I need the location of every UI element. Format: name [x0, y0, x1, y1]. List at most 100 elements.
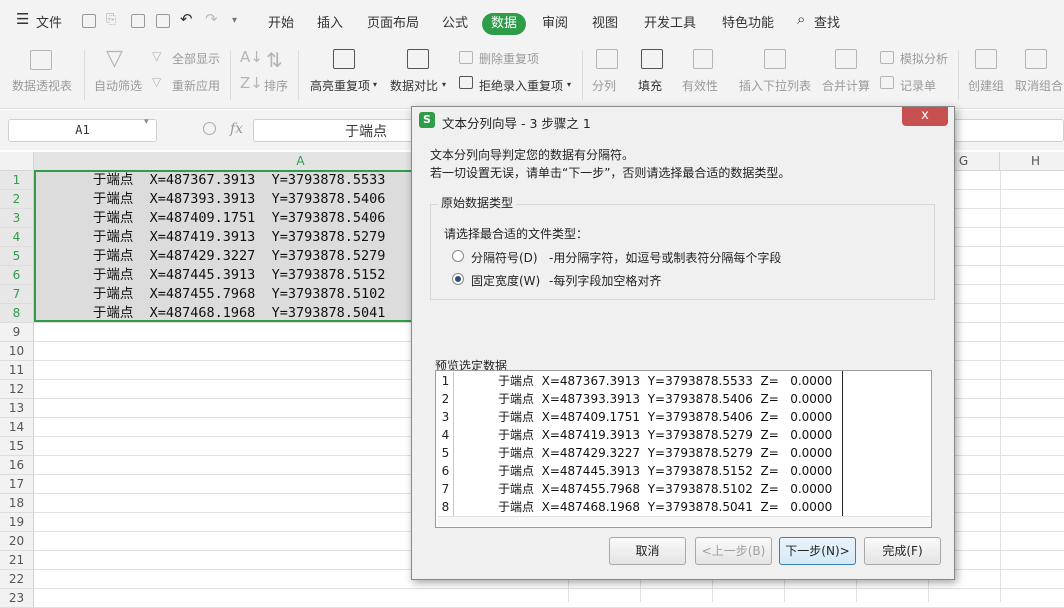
tab-features[interactable]: 特色功能 [722, 12, 774, 31]
search-icon[interactable]: ⌕ [797, 10, 805, 28]
create-group-button[interactable]: 创建组 [968, 77, 1004, 94]
row-header[interactable]: 2 [0, 190, 34, 209]
file-menu[interactable]: 文件 [36, 12, 62, 31]
chevron-down-icon[interactable]: ▾ [373, 80, 377, 89]
merge-calc-button[interactable]: 合并计算 [822, 77, 870, 94]
column-break-marker[interactable] [842, 371, 843, 516]
tab-view[interactable]: 视图 [592, 12, 618, 31]
cell-a[interactable]: 于端点 X=487393.3913 Y=3793878.5406 [36, 190, 412, 209]
row-header[interactable]: 18 [0, 494, 34, 513]
pivot-table-button[interactable]: 数据透视表 [12, 77, 72, 94]
cell-a[interactable]: 于端点 X=487445.3913 Y=3793878.5152 [36, 266, 412, 285]
preview-row: 6 于端点 X=487445.3913 Y=3793878.5152 Z= 0.0… [438, 462, 930, 480]
fixed-width-radio[interactable] [452, 273, 464, 285]
remove-duplicates-button[interactable]: 删除重复项 [479, 50, 539, 67]
row-header[interactable]: 4 [0, 228, 34, 247]
tab-developer[interactable]: 开发工具 [644, 12, 696, 31]
dialog-titlebar[interactable]: S 文本分列向导 - 3 步骤之 1 x [412, 107, 954, 132]
split-column-icon [596, 49, 618, 69]
column-header-h[interactable]: H [1000, 152, 1064, 171]
reapply-button[interactable]: 重新应用 [172, 77, 220, 94]
ungroup-button[interactable]: 取消组合 [1015, 77, 1063, 94]
highlight-duplicates-button[interactable]: 高亮重复项 [310, 77, 370, 94]
reject-duplicates-button[interactable]: 拒绝录入重复项 [479, 77, 563, 94]
row-header[interactable]: 13 [0, 399, 34, 418]
row-header[interactable]: 1 [0, 171, 34, 190]
tab-home[interactable]: 开始 [268, 12, 294, 31]
delimited-option-label[interactable]: 分隔符号(D) [471, 249, 538, 266]
cell-a[interactable]: 于端点 X=487419.3913 Y=3793878.5279 [36, 228, 412, 247]
print-preview-icon[interactable] [156, 14, 170, 28]
row-header[interactable]: 20 [0, 532, 34, 551]
row-header[interactable]: 6 [0, 266, 34, 285]
show-all-button[interactable]: 全部显示 [172, 50, 220, 67]
finish-button[interactable]: 完成(F) [864, 537, 941, 565]
name-box[interactable]: A1 [8, 119, 157, 142]
cell-a[interactable]: 于端点 X=487429.3227 Y=3793878.5279 [36, 247, 412, 266]
row-header[interactable]: 15 [0, 437, 34, 456]
row-header[interactable]: 17 [0, 475, 34, 494]
zoom-icon[interactable] [203, 122, 216, 135]
sort-desc-icon: Z↓ [240, 74, 263, 92]
next-button[interactable]: 下一步(N)> [779, 537, 856, 565]
cell-a[interactable]: 于端点 X=487455.7968 Y=3793878.5102 [36, 285, 412, 304]
preview-row-text: 于端点 X=487468.1968 Y=3793878.5041 Z= 0.00… [498, 500, 833, 514]
print-icon[interactable] [131, 14, 145, 28]
validity-button[interactable]: 有效性 [682, 77, 718, 94]
tab-review[interactable]: 审阅 [542, 12, 568, 31]
data-compare-button[interactable]: 数据对比 [390, 77, 438, 94]
sheet-row[interactable] [34, 589, 1064, 608]
row-header[interactable]: 5 [0, 247, 34, 266]
split-column-button[interactable]: 分列 [592, 77, 616, 94]
export-icon[interactable]: ⎘ [106, 12, 116, 27]
chevron-down-icon[interactable]: ▾ [567, 80, 571, 89]
tab-page-layout[interactable]: 页面布局 [367, 12, 419, 31]
cell-a[interactable]: 于端点 X=487409.1751 Y=3793878.5406 [36, 209, 412, 228]
cell-a[interactable]: 于端点 X=487367.3913 Y=3793878.5533 [36, 171, 412, 190]
fill-icon [641, 49, 663, 69]
row-header[interactable]: 21 [0, 551, 34, 570]
row-header[interactable]: 19 [0, 513, 34, 532]
row-header[interactable]: 8 [0, 304, 34, 323]
row-header[interactable]: 9 [0, 323, 34, 342]
menu-icon[interactable]: ☰ [16, 10, 29, 28]
row-header[interactable]: 14 [0, 418, 34, 437]
cancel-button[interactable]: 取消 [609, 537, 686, 565]
data-preview[interactable]: 1 于端点 X=487367.3913 Y=3793878.5533 Z= 0.0… [435, 370, 932, 528]
fill-button[interactable]: 填充 [638, 77, 662, 94]
cell-a[interactable]: 于端点 X=487468.1968 Y=3793878.5041 [36, 304, 412, 323]
record-form-button[interactable]: 记录单 [900, 77, 936, 94]
sort-button[interactable]: 排序 [264, 77, 288, 94]
record-form-icon [880, 76, 894, 89]
tab-data[interactable]: 数据 [482, 13, 526, 35]
ribbon-separator [958, 50, 959, 100]
search-label[interactable]: 查找 [814, 12, 840, 31]
simulate-analysis-button[interactable]: 模拟分析 [900, 50, 948, 67]
row-header[interactable]: 16 [0, 456, 34, 475]
row-header[interactable]: 7 [0, 285, 34, 304]
chevron-down-icon[interactable]: ▾ [442, 80, 446, 89]
chevron-down-icon[interactable]: ▾ [144, 117, 149, 127]
fx-icon[interactable]: fx [230, 121, 243, 137]
customize-arrow-icon[interactable]: ▾ [232, 15, 237, 26]
insert-dropdown-button[interactable]: 插入下拉列表 [739, 77, 811, 94]
row-header[interactable]: 22 [0, 570, 34, 589]
close-button[interactable]: x [902, 107, 948, 126]
preview-scrollbar[interactable] [438, 516, 930, 526]
undo-icon[interactable]: ↶ [180, 10, 193, 28]
redo-icon[interactable]: ↷ [205, 10, 218, 28]
auto-filter-button[interactable]: 自动筛选 [94, 77, 142, 94]
save-icon[interactable] [82, 14, 96, 28]
fixed-width-option-label[interactable]: 固定宽度(W) [471, 272, 540, 289]
tab-formula[interactable]: 公式 [442, 12, 468, 31]
row-header[interactable]: 23 [0, 589, 34, 608]
select-all-corner[interactable] [0, 152, 34, 171]
tab-insert[interactable]: 插入 [317, 12, 343, 31]
row-header[interactable]: 3 [0, 209, 34, 228]
row-header[interactable]: 12 [0, 380, 34, 399]
delimited-radio[interactable] [452, 250, 464, 262]
preview-row-text: 于端点 X=487455.7968 Y=3793878.5102 Z= 0.00… [498, 482, 833, 496]
row-header[interactable]: 10 [0, 342, 34, 361]
row-header[interactable]: 11 [0, 361, 34, 380]
previous-button[interactable]: <上一步(B) [695, 537, 772, 565]
